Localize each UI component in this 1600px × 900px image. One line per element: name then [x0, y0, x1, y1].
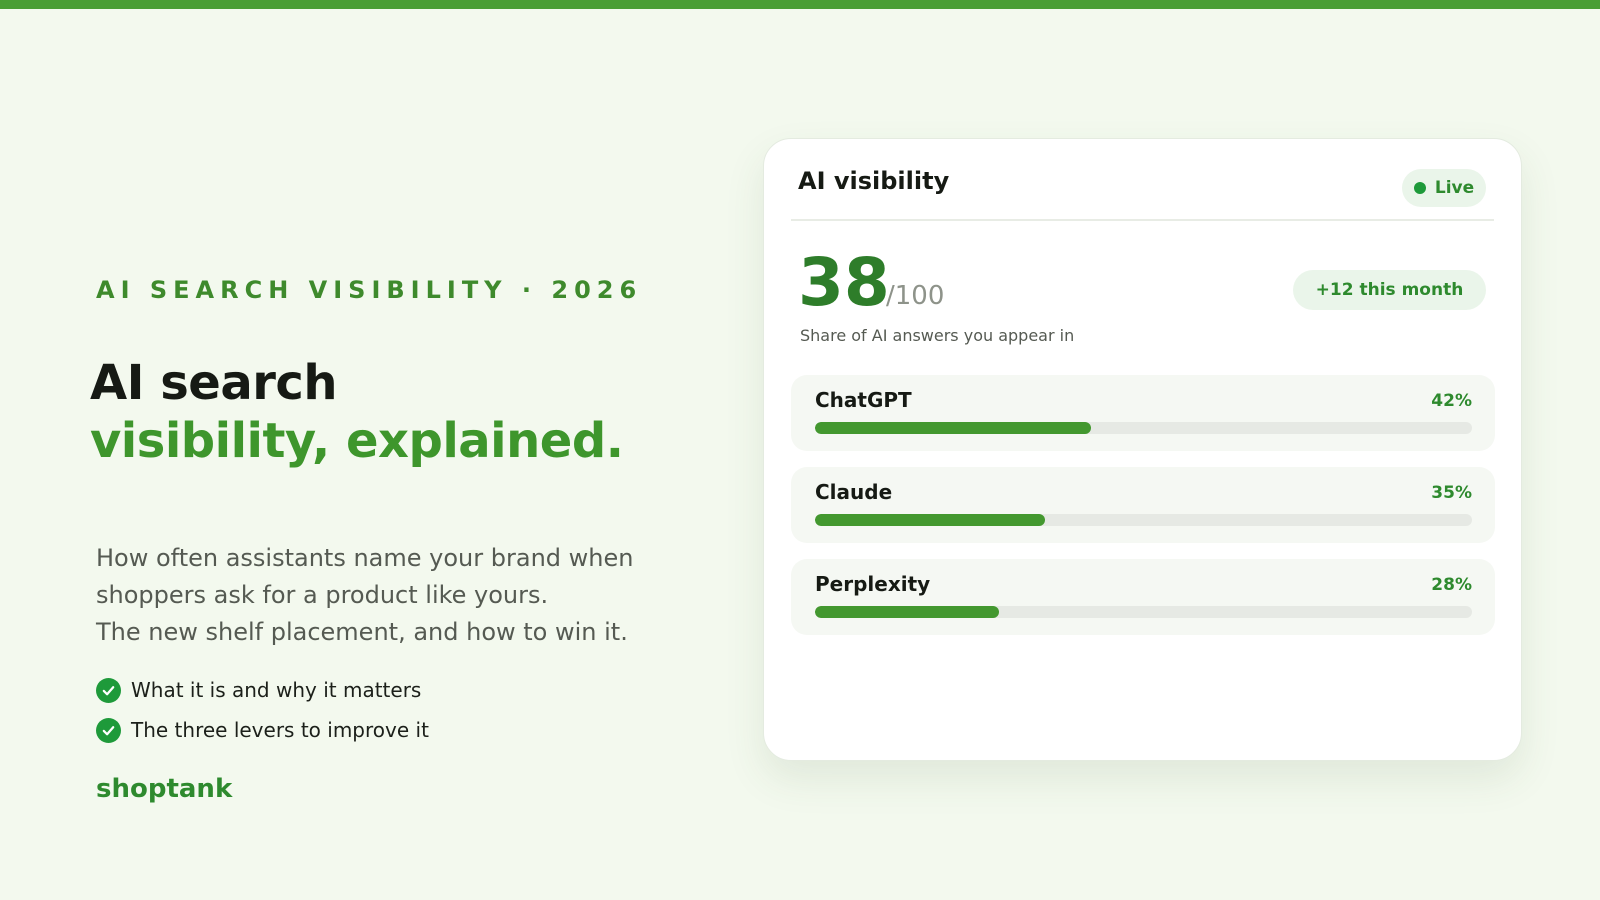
checklist-item-label: What it is and why it matters: [131, 678, 422, 702]
description-line: The new shelf placement, and how to win …: [96, 618, 628, 646]
progress-track: [815, 514, 1472, 526]
card-divider: [791, 219, 1494, 221]
platform-percent: 28%: [1431, 575, 1472, 595]
platform-row-chatgpt: ChatGPT 42%: [791, 375, 1495, 451]
score-value: 38: [798, 244, 890, 321]
live-status-badge: Live: [1402, 169, 1486, 207]
card-title: AI visibility: [798, 167, 950, 195]
check-circle-icon: [96, 677, 121, 703]
checklist-item: The three levers to improve it: [96, 710, 429, 750]
platform-percent: 42%: [1431, 391, 1472, 411]
platform-row-claude: Claude 35%: [791, 467, 1495, 543]
progress-fill: [815, 514, 1045, 526]
platform-row-perplexity: Perplexity 28%: [791, 559, 1495, 635]
platform-name: Perplexity: [815, 572, 931, 596]
platform-name: ChatGPT: [815, 388, 912, 412]
score-max: /100: [886, 281, 945, 311]
headline-line-1: AI search: [90, 355, 338, 411]
live-dot-icon: [1413, 182, 1426, 194]
live-status-label: Live: [1434, 178, 1475, 198]
eyebrow-label: AI SEARCH VISIBILITY · 2026: [96, 276, 643, 304]
headline: AI search visibility, explained.: [90, 354, 624, 470]
checklist: What it is and why it matters The three …: [96, 670, 429, 750]
top-accent-stripe: [0, 0, 1600, 9]
score-caption: Share of AI answers you appear in: [800, 326, 1075, 345]
progress-fill: [815, 606, 999, 618]
description-line: How often assistants name your brand whe…: [96, 544, 634, 572]
trend-badge: +12 this month: [1293, 270, 1486, 310]
description-line: shoppers ask for a product like yours.: [96, 581, 549, 609]
ai-visibility-card: AI visibility Live 38 /100 +12 this mont…: [763, 138, 1522, 761]
progress-track: [815, 606, 1472, 618]
description: How often assistants name your brand whe…: [96, 540, 696, 651]
check-circle-icon: [96, 717, 121, 743]
platform-percent: 35%: [1431, 483, 1472, 503]
headline-line-2: visibility, explained.: [90, 413, 624, 469]
platform-name: Claude: [815, 480, 893, 504]
platform-list: ChatGPT 42% Claude 35% Perplexity 28%: [791, 375, 1495, 651]
checklist-item: What it is and why it matters: [96, 670, 429, 710]
checklist-item-label: The three levers to improve it: [131, 718, 429, 742]
progress-track: [815, 422, 1472, 434]
brand-wordmark: shoptank: [96, 774, 233, 804]
progress-fill: [815, 422, 1091, 434]
